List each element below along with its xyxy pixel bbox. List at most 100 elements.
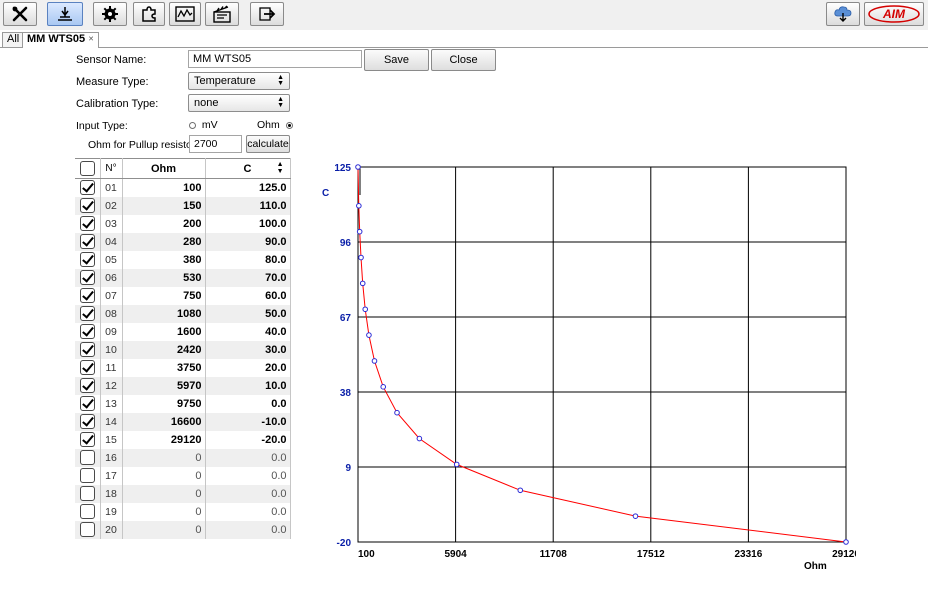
row-checkbox-cell[interactable] [75, 358, 101, 377]
row-ohm-value[interactable]: 100 [122, 178, 206, 197]
table-row[interactable]: 03 200 100.0 [75, 214, 291, 233]
gear-button[interactable] [93, 2, 127, 26]
row-checkbox[interactable] [79, 288, 95, 303]
row-ohm-value[interactable]: 1080 [122, 304, 206, 323]
row-c-value[interactable]: 0.0 [205, 448, 291, 467]
row-ohm-value[interactable]: 2420 [122, 340, 206, 359]
table-row[interactable]: 20 0 0.0 [75, 520, 291, 539]
row-checkbox-cell[interactable] [75, 448, 101, 467]
sensor-graph-button[interactable] [47, 2, 83, 26]
row-c-value[interactable]: 0.0 [205, 502, 291, 521]
row-checkbox[interactable] [79, 504, 95, 519]
row-c-value[interactable]: 0.0 [205, 466, 291, 485]
row-c-value[interactable]: 80.0 [205, 250, 291, 269]
table-row[interactable]: 16 0 0.0 [75, 448, 291, 467]
row-c-value[interactable]: 125.0 [205, 178, 291, 197]
row-checkbox[interactable] [79, 234, 95, 249]
table-row[interactable]: 18 0 0.0 [75, 484, 291, 503]
table-row[interactable]: 01 100 125.0 [75, 178, 291, 197]
row-ohm-value[interactable]: 0 [122, 502, 206, 521]
row-c-value[interactable]: -10.0 [205, 412, 291, 431]
row-checkbox-cell[interactable] [75, 304, 101, 323]
row-checkbox-cell[interactable] [75, 178, 101, 197]
row-checkbox-cell[interactable] [75, 214, 101, 233]
row-ohm-value[interactable]: 0 [122, 448, 206, 467]
row-c-value[interactable]: 20.0 [205, 358, 291, 377]
calibration-type-select[interactable]: none ▲ ▼ [188, 94, 290, 112]
row-checkbox-cell[interactable] [75, 430, 101, 449]
table-row[interactable]: 14 16600 -10.0 [75, 412, 291, 431]
row-c-value[interactable]: 0.0 [205, 484, 291, 503]
row-checkbox-cell[interactable] [75, 466, 101, 485]
save-button[interactable]: Save [364, 49, 429, 71]
row-ohm-value[interactable]: 750 [122, 286, 206, 305]
row-c-value[interactable]: 0.0 [205, 394, 291, 413]
aim-logo-button[interactable]: AIM [864, 2, 924, 26]
puzzle-button[interactable] [133, 2, 165, 26]
row-checkbox-cell[interactable] [75, 376, 101, 395]
row-checkbox-cell[interactable] [75, 286, 101, 305]
row-ohm-value[interactable]: 0 [122, 484, 206, 503]
row-checkbox[interactable] [79, 324, 95, 339]
table-row[interactable]: 02 150 110.0 [75, 196, 291, 215]
waveform-button[interactable] [169, 2, 201, 26]
row-checkbox[interactable] [79, 180, 95, 196]
pullup-resistor-input[interactable]: 2700 [189, 135, 242, 153]
select-all-checkbox[interactable] [79, 161, 95, 176]
table-row[interactable]: 19 0 0.0 [75, 502, 291, 521]
row-checkbox[interactable] [79, 378, 95, 393]
header-c[interactable]: C ▲ ▼ [205, 158, 291, 179]
close-tab-icon[interactable]: ✕ [88, 36, 94, 43]
select-all-cell[interactable] [75, 158, 101, 179]
row-checkbox[interactable] [79, 396, 95, 411]
row-ohm-value[interactable]: 9750 [122, 394, 206, 413]
row-checkbox-cell[interactable] [75, 196, 101, 215]
row-ohm-value[interactable]: 3750 [122, 358, 206, 377]
row-checkbox[interactable] [79, 360, 95, 375]
row-ohm-value[interactable]: 380 [122, 250, 206, 269]
row-checkbox[interactable] [79, 486, 95, 501]
tab-all[interactable]: All [2, 32, 25, 47]
sensor-name-input[interactable]: MM WTS05 [188, 50, 362, 68]
measure-type-select[interactable]: Temperature ▲ ▼ [188, 72, 290, 90]
calculate-button[interactable]: calculate [246, 135, 290, 153]
row-ohm-value[interactable]: 200 [122, 214, 206, 233]
row-checkbox[interactable] [79, 450, 95, 465]
row-c-value[interactable]: 30.0 [205, 340, 291, 359]
row-c-value[interactable]: 0.0 [205, 520, 291, 539]
table-row[interactable]: 07 750 60.0 [75, 286, 291, 305]
row-checkbox-cell[interactable] [75, 250, 101, 269]
row-c-value[interactable]: 110.0 [205, 196, 291, 215]
row-ohm-value[interactable]: 0 [122, 520, 206, 539]
input-type-mv-option[interactable]: mV [189, 119, 218, 131]
row-checkbox[interactable] [79, 432, 95, 447]
row-checkbox[interactable] [79, 216, 95, 231]
tab-sensor[interactable]: MM WTS05 ✕ [22, 32, 99, 48]
row-c-value[interactable]: 70.0 [205, 268, 291, 287]
row-ohm-value[interactable]: 530 [122, 268, 206, 287]
table-row[interactable]: 09 1600 40.0 [75, 322, 291, 341]
row-checkbox-cell[interactable] [75, 520, 101, 539]
row-ohm-value[interactable]: 29120 [122, 430, 206, 449]
row-checkbox-cell[interactable] [75, 232, 101, 251]
table-row[interactable]: 12 5970 10.0 [75, 376, 291, 395]
row-checkbox[interactable] [79, 468, 95, 483]
row-c-value[interactable]: -20.0 [205, 430, 291, 449]
table-row[interactable]: 08 1080 50.0 [75, 304, 291, 323]
row-ohm-value[interactable]: 150 [122, 196, 206, 215]
clapboard-button[interactable] [205, 2, 239, 26]
table-row[interactable]: 05 380 80.0 [75, 250, 291, 269]
row-c-value[interactable]: 10.0 [205, 376, 291, 395]
table-row[interactable]: 17 0 0.0 [75, 466, 291, 485]
row-ohm-value[interactable]: 0 [122, 466, 206, 485]
table-row[interactable]: 06 530 70.0 [75, 268, 291, 287]
row-ohm-value[interactable]: 5970 [122, 376, 206, 395]
row-checkbox[interactable] [79, 252, 95, 267]
row-checkbox[interactable] [79, 306, 95, 321]
row-checkbox-cell[interactable] [75, 394, 101, 413]
row-checkbox[interactable] [79, 414, 95, 429]
row-checkbox[interactable] [79, 522, 95, 537]
row-c-value[interactable]: 40.0 [205, 322, 291, 341]
row-ohm-value[interactable]: 16600 [122, 412, 206, 431]
row-ohm-value[interactable]: 1600 [122, 322, 206, 341]
